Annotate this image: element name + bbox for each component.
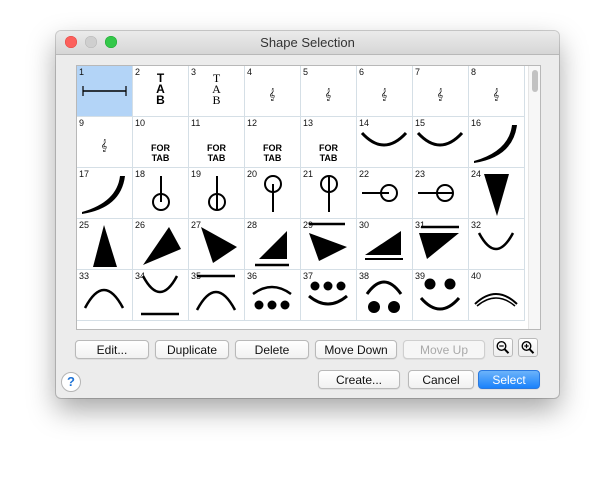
shape-cell-6[interactable]: 6 𝄞 [357,66,413,117]
shape-cell-3[interactable]: 3TAB [189,66,245,117]
zoom-out-icon [496,340,510,354]
shape-cell-18[interactable]: 18 [133,168,189,219]
shape-cell-25[interactable]: 25 [77,219,133,270]
shape-label-text: TAB [207,153,226,163]
title-bar: Shape Selection [56,31,559,55]
shape-label-text: FOR [207,143,226,153]
cancel-button[interactable]: Cancel [408,370,474,389]
shape-cell-9[interactable]: 9 𝄞 [77,117,133,168]
shape-cell-16[interactable]: 16 [469,117,525,168]
help-button[interactable]: ? [61,372,81,392]
shape-cell-38[interactable]: 38 [357,270,413,321]
select-button[interactable]: Select [478,370,540,389]
shape-cell-17[interactable]: 17 [77,168,133,219]
shape-cell-22[interactable]: 22 [357,168,413,219]
shape-cell-28[interactable]: 28 [245,219,301,270]
shape-cell-24[interactable]: 24 [469,168,525,219]
move-up-button[interactable]: Move Up [403,340,485,359]
window-title: Shape Selection [260,35,355,50]
shape-cell-8[interactable]: 8 𝄞 [469,66,525,117]
shape-number: 12 [247,118,258,128]
shape-number: 13 [303,118,314,128]
zoom-in-icon [521,340,535,354]
delete-button[interactable]: Delete [235,340,309,359]
shape-label-text: TAB [151,153,170,163]
svg-text:𝄞: 𝄞 [325,88,332,101]
shape-cell-12[interactable]: 12 FOR TAB [245,117,301,168]
shape-label-text: B [156,93,165,107]
duplicate-button[interactable]: Duplicate [155,340,229,359]
shape-cell-31[interactable]: 31 [413,219,469,270]
zoom-in-button[interactable] [518,338,538,357]
shape-cell-11[interactable]: 11 FOR TAB [189,117,245,168]
shape-label-text: TAB [319,153,338,163]
shape-cell-27[interactable]: 27 [189,219,245,270]
shape-cell-29[interactable]: 29 [301,219,357,270]
edit-button[interactable]: Edit... [75,340,149,359]
shape-number: 11 [191,118,201,128]
shape-selection-window: Shape Selection 1 2 T A B 3 T A B 4 𝄞 5 𝄞 6 𝄞 7 𝄞 8 𝄞 9 𝄞 10 F… [56,31,559,398]
zoom-out-button[interactable] [493,338,513,357]
shape-cell-19[interactable]: 19 [189,168,245,219]
shape-label-text: FOR [263,143,282,153]
shape-label-text: FOR [151,143,170,153]
shape-cell-32[interactable]: 32 [469,219,525,270]
shape-cell-30[interactable]: 30 [357,219,413,270]
shape-cell-15[interactable]: 15 [413,117,469,168]
scrollbar-thumb[interactable] [532,70,538,92]
shape-cell-34[interactable]: 34 [133,270,189,321]
shape-label-text: FOR [319,143,338,153]
shape-cell-4[interactable]: 4 𝄞 [245,66,301,117]
shape-label-text: TAB [263,153,282,163]
svg-text:𝄞: 𝄞 [269,88,276,101]
svg-text:𝄞: 𝄞 [101,139,108,152]
shape-cell-13[interactable]: 13 FOR TAB [301,117,357,168]
shape-cell-10[interactable]: 10 FOR TAB [133,117,189,168]
create-button[interactable]: Create... [318,370,400,389]
shape-cell-20[interactable]: 20 [245,168,301,219]
shape-cell-2[interactable]: 2TAB [133,66,189,117]
shape-cell-33[interactable]: 33 [77,270,133,321]
shape-cell-7[interactable]: 7 𝄞 [413,66,469,117]
shape-number: 10 [135,118,146,128]
shape-cell-36[interactable]: 36 [245,270,301,321]
move-down-button[interactable]: Move Down [315,340,397,359]
shape-label-text: B [212,93,221,107]
shape-cell-26[interactable]: 26 [133,219,189,270]
shape-cell-14[interactable]: 14 [357,117,413,168]
shape-cell-21[interactable]: 21 [301,168,357,219]
shape-grid: 1 2 T A B 3 T A B 4 𝄞 5 𝄞 6 𝄞 7 𝄞 8 𝄞 9 𝄞 10 FOR TAB 11 FOR TAB 12 F… [76,65,541,330]
vertical-scrollbar[interactable] [528,66,540,329]
shape-cell-39[interactable]: 39 [413,270,469,321]
svg-text:𝄞: 𝄞 [493,88,500,101]
shape-cell-35[interactable]: 35 [189,270,245,321]
shape-cell-23[interactable]: 23 [413,168,469,219]
shape-cell-1[interactable]: 1 [77,66,133,117]
svg-text:𝄞: 𝄞 [437,88,444,101]
svg-text:𝄞: 𝄞 [381,88,388,101]
shape-cell-37[interactable]: 37 [301,270,357,321]
shape-cell-5[interactable]: 5 𝄞 [301,66,357,117]
shape-cell-40[interactable]: 40 [469,270,525,321]
